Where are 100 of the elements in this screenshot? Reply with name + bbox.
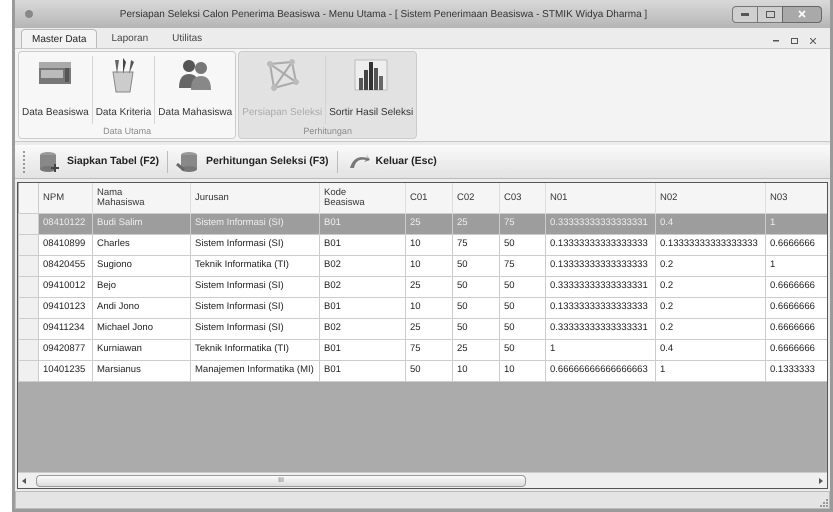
table-cell: B01 (320, 297, 406, 318)
toolbar-button[interactable]: Siapkan Tabel (F2) (33, 148, 163, 176)
table-cell: B02 (320, 255, 406, 276)
minimize-icon (741, 12, 749, 16)
table-cell: B01 (320, 360, 406, 381)
close-icon (798, 10, 806, 18)
table-cell: Sistem Informasi (SI) (190, 234, 320, 255)
ribbon-tab[interactable]: Master Data (21, 29, 98, 48)
restore-icon[interactable] (791, 38, 798, 44)
table-cell: Teknik Informatika (TI) (190, 255, 320, 276)
table-cell: 50 (452, 318, 500, 339)
table-cell: 25 (452, 213, 500, 234)
table-cell: 0.4 (656, 339, 766, 360)
maximize-button[interactable] (758, 6, 782, 22)
resize-grip-icon[interactable] (819, 498, 829, 508)
table-cell: 10 (406, 297, 452, 318)
column-header[interactable]: C03 (504, 192, 541, 203)
table-cell: 50 (500, 318, 546, 339)
table-cell: 75 (452, 234, 500, 255)
table-cell: B02 (320, 318, 406, 339)
column-header[interactable]: NPM (43, 192, 88, 203)
table-cell: 0.2 (656, 255, 766, 276)
table-cell: 0.13333333333333333 (546, 255, 656, 276)
table-cell: 0.2 (656, 297, 766, 318)
table-cell: 75 (500, 255, 546, 276)
table-cell: B01 (320, 234, 406, 255)
table-cell: 50 (452, 276, 500, 297)
close-icon[interactable] (810, 38, 816, 44)
maximize-icon (766, 10, 774, 18)
table-cell: 50 (500, 234, 546, 255)
app-icon (23, 8, 35, 20)
minimize-button[interactable] (732, 6, 758, 22)
table-cell: Manajemen Informatika (MI) (190, 360, 320, 381)
table-cell: 0.2 (656, 276, 766, 297)
table-row[interactable]: 09411234 Michael Jono Sistem Informasi (SI) B02 25 50 50 0.33333333333333331 0.2 0.6666666 (18, 318, 827, 339)
column-header[interactable]: N01 (550, 192, 606, 203)
close-button[interactable] (782, 6, 822, 22)
table-cell: 0.4 (656, 213, 766, 234)
table-cell: 0.13333333333333333 (656, 234, 766, 255)
table-cell: 09410012 (38, 276, 92, 297)
ribbon-tab[interactable]: Utilitas (162, 29, 212, 48)
table-cell: 0.2 (656, 318, 766, 339)
table-cell: 50 (500, 276, 546, 297)
table-cell: 25 (452, 339, 500, 360)
table-cell: 1 (766, 213, 827, 234)
table-cell: 50 (500, 339, 546, 360)
ribbon-button[interactable]: Data Kriteria (92, 56, 156, 124)
table-cell: Andi Jono (92, 297, 190, 318)
table-cell: 08420455 (38, 255, 92, 276)
table-cell: B01 (320, 213, 406, 234)
column-header[interactable]: N03 (770, 192, 826, 203)
table-cell: 0.66666666666666663 (546, 360, 656, 381)
table-row[interactable]: 09420877 Kurniawan Teknik Informatika (TI) B01 75 25 50 1 0.4 0.6666666 (18, 339, 827, 360)
table-cell: 10 (500, 360, 546, 381)
column-header[interactable]: Kode Beasiswa (324, 188, 380, 208)
table-row[interactable]: 10401235 Marsianus Manajemen Informatika (MI) B01 50 10 10 0.66666666666666663 1 0.1333333 (18, 360, 827, 381)
table-cell: Sistem Informasi (SI) (190, 318, 320, 339)
table-cell: Sistem Informasi (SI) (190, 297, 320, 318)
column-header[interactable]: C01 (410, 192, 448, 203)
table-row[interactable]: 08420455 Sugiono Teknik Informatika (TI) B02 10 50 75 0.13333333333333333 0.2 1 (18, 255, 827, 276)
table-cell: 25 (406, 213, 452, 234)
table-cell: Sistem Informasi (SI) (190, 213, 320, 234)
table-cell: 75 (406, 339, 452, 360)
table-cell: B01 (320, 339, 406, 360)
group-label: Perhitungan (302, 125, 353, 138)
table-cell: Budi Salim (92, 213, 190, 234)
table-cell: 09411234 (38, 318, 92, 339)
column-header[interactable]: Jurusan (195, 192, 251, 203)
table-cell: 0.33333333333333331 (546, 318, 656, 339)
table-cell: 0.13333333333333333 (546, 234, 656, 255)
column-header[interactable]: C02 (457, 192, 495, 203)
table-cell: 10 (406, 255, 452, 276)
table-cell: Michael Jono (92, 318, 190, 339)
table-cell: 50 (500, 297, 546, 318)
table-cell: 50 (452, 297, 500, 318)
table-cell: 09420877 (38, 339, 92, 360)
table-cell: 50 (452, 255, 500, 276)
table-cell: 10 (406, 234, 452, 255)
table-cell: 10 (452, 360, 500, 381)
table-cell: 08410899 (38, 234, 92, 255)
toolbar-button[interactable]: Keluar (Esc) (342, 148, 441, 176)
ribbon-button[interactable]: Data Beasiswa (19, 56, 93, 124)
table-row[interactable]: 08410899 Charles Sistem Informasi (SI) B01 10 75 50 0.13333333333333333 0.13333333333333333 0.6666666 (18, 234, 827, 255)
table-cell: 10401235 (38, 360, 92, 381)
toolbar-button[interactable]: Perhitungan Seleksi (F3) (172, 148, 333, 176)
column-header[interactable]: N02 (660, 192, 716, 203)
ribbon-button[interactable]: Data Mahasiswa (155, 56, 236, 124)
group-label: Data Utama (102, 125, 152, 138)
ribbon-tab[interactable]: Laporan (101, 29, 158, 48)
table-row[interactable]: 09410012 Bejo Sistem Informasi (SI) B02 25 50 50 0.33333333333333331 0.2 0.6666666 (18, 276, 827, 297)
column-header[interactable]: Nama Mahasiswa (97, 188, 153, 208)
table-cell: 50 (406, 360, 452, 381)
table-cell: 75 (500, 213, 546, 234)
table-cell: 1 (656, 360, 766, 381)
minimize-icon[interactable] (773, 40, 779, 42)
window-title: Persiapan Seleksi Calon Penerima Beasiswa - Menu Utama - [ Sistem Penerimaan Beasiswa - STMIK Widya Dharma ] (118, 8, 648, 22)
table-cell: 09410123 (38, 297, 92, 318)
table-cell: Teknik Informatika (TI) (190, 339, 320, 360)
table-row[interactable]: 09410123 Andi Jono Sistem Informasi (SI) B01 10 50 50 0.13333333333333333 0.2 0.6666666 (18, 297, 827, 318)
table-cell: Kurniawan (92, 339, 190, 360)
